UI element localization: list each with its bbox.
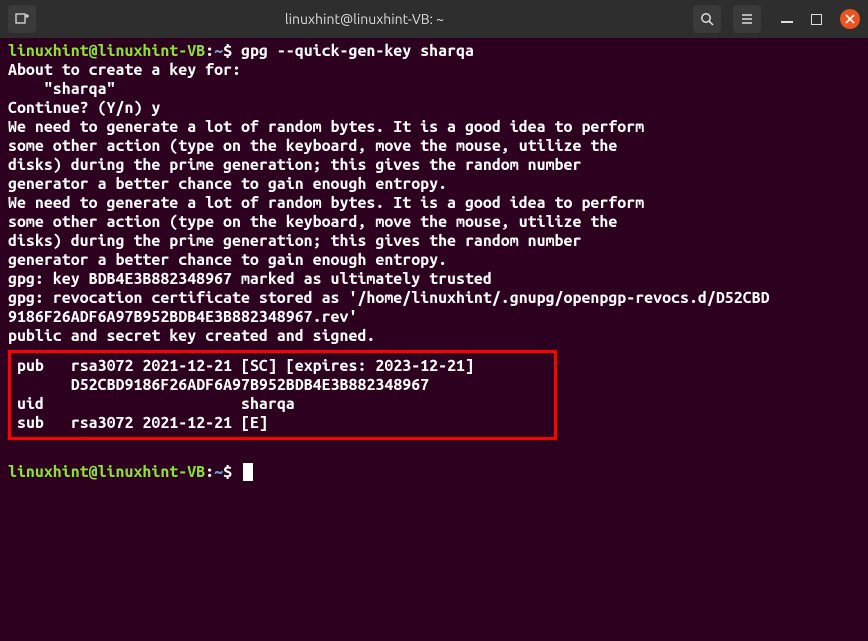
minimize-icon bbox=[781, 21, 793, 23]
output-line: "sharqa" bbox=[8, 80, 860, 99]
key-sub-line: sub rsa3072 2021-12-21 [E] bbox=[17, 414, 548, 433]
prompt-user: linuxhint@linuxhint-VB bbox=[8, 42, 205, 60]
maximize-button[interactable] bbox=[811, 14, 822, 25]
titlebar-left bbox=[8, 5, 36, 33]
new-tab-icon bbox=[14, 11, 30, 27]
key-pub-line: pub rsa3072 2021-12-21 [SC] [expires: 20… bbox=[17, 357, 548, 376]
search-button[interactable] bbox=[693, 5, 721, 33]
prompt-dollar: $ bbox=[223, 463, 232, 481]
prompt-path: ~ bbox=[214, 463, 223, 481]
terminal-body[interactable]: linuxhint@linuxhint-VB:~$ gpg --quick-ge… bbox=[0, 38, 868, 486]
titlebar-right bbox=[693, 5, 860, 33]
search-icon bbox=[700, 12, 715, 27]
minimize-button[interactable] bbox=[781, 15, 793, 23]
key-uid-line: uid sharqa bbox=[17, 395, 548, 414]
key-info-highlight: pub rsa3072 2021-12-21 [SC] [expires: 20… bbox=[8, 350, 557, 440]
blank-line bbox=[8, 444, 860, 463]
output-line: gpg: revocation certificate stored as '/… bbox=[8, 289, 860, 308]
hamburger-icon bbox=[740, 12, 754, 26]
output-line: disks) during the prime generation; this… bbox=[8, 232, 860, 251]
maximize-icon bbox=[811, 14, 822, 25]
command-text: gpg --quick-gen-key sharqa bbox=[232, 42, 474, 60]
output-line: About to create a key for: bbox=[8, 61, 860, 80]
output-line: 9186F26ADF6A97B952BDB4E3B882348967.rev' bbox=[8, 308, 860, 327]
key-fingerprint-line: D52CBD9186F26ADF6A97B952BDB4E3B882348967 bbox=[17, 376, 548, 395]
output-line: some other action (type on the keyboard,… bbox=[8, 137, 860, 156]
output-line: some other action (type on the keyboard,… bbox=[8, 213, 860, 232]
cursor bbox=[243, 463, 253, 481]
output-line: disks) during the prime generation; this… bbox=[8, 156, 860, 175]
output-line: public and secret key created and signed… bbox=[8, 327, 860, 346]
titlebar: linuxhint@linuxhint-VB: ~ bbox=[0, 0, 868, 38]
prompt-line-2: linuxhint@linuxhint-VB:~$ bbox=[8, 463, 860, 482]
prompt-dollar: $ bbox=[223, 42, 232, 60]
prompt-colon: : bbox=[205, 463, 214, 481]
prompt-colon: : bbox=[205, 42, 214, 60]
prompt-line-1: linuxhint@linuxhint-VB:~$ gpg --quick-ge… bbox=[8, 42, 860, 61]
output-line: We need to generate a lot of random byte… bbox=[8, 194, 860, 213]
output-line: generator a better chance to gain enough… bbox=[8, 175, 860, 194]
output-line: generator a better chance to gain enough… bbox=[8, 251, 860, 270]
window-title: linuxhint@linuxhint-VB: ~ bbox=[44, 11, 685, 27]
output-line: gpg: key BDB4E3B882348967 marked as ulti… bbox=[8, 270, 860, 289]
output-line: We need to generate a lot of random byte… bbox=[8, 118, 860, 137]
window-controls bbox=[781, 9, 860, 29]
prompt-path: ~ bbox=[214, 42, 223, 60]
close-icon bbox=[845, 14, 855, 24]
output-line: Continue? (Y/n) y bbox=[8, 99, 860, 118]
menu-button[interactable] bbox=[733, 5, 761, 33]
new-tab-button[interactable] bbox=[8, 5, 36, 33]
close-button[interactable] bbox=[840, 9, 860, 29]
prompt-user: linuxhint@linuxhint-VB bbox=[8, 463, 205, 481]
